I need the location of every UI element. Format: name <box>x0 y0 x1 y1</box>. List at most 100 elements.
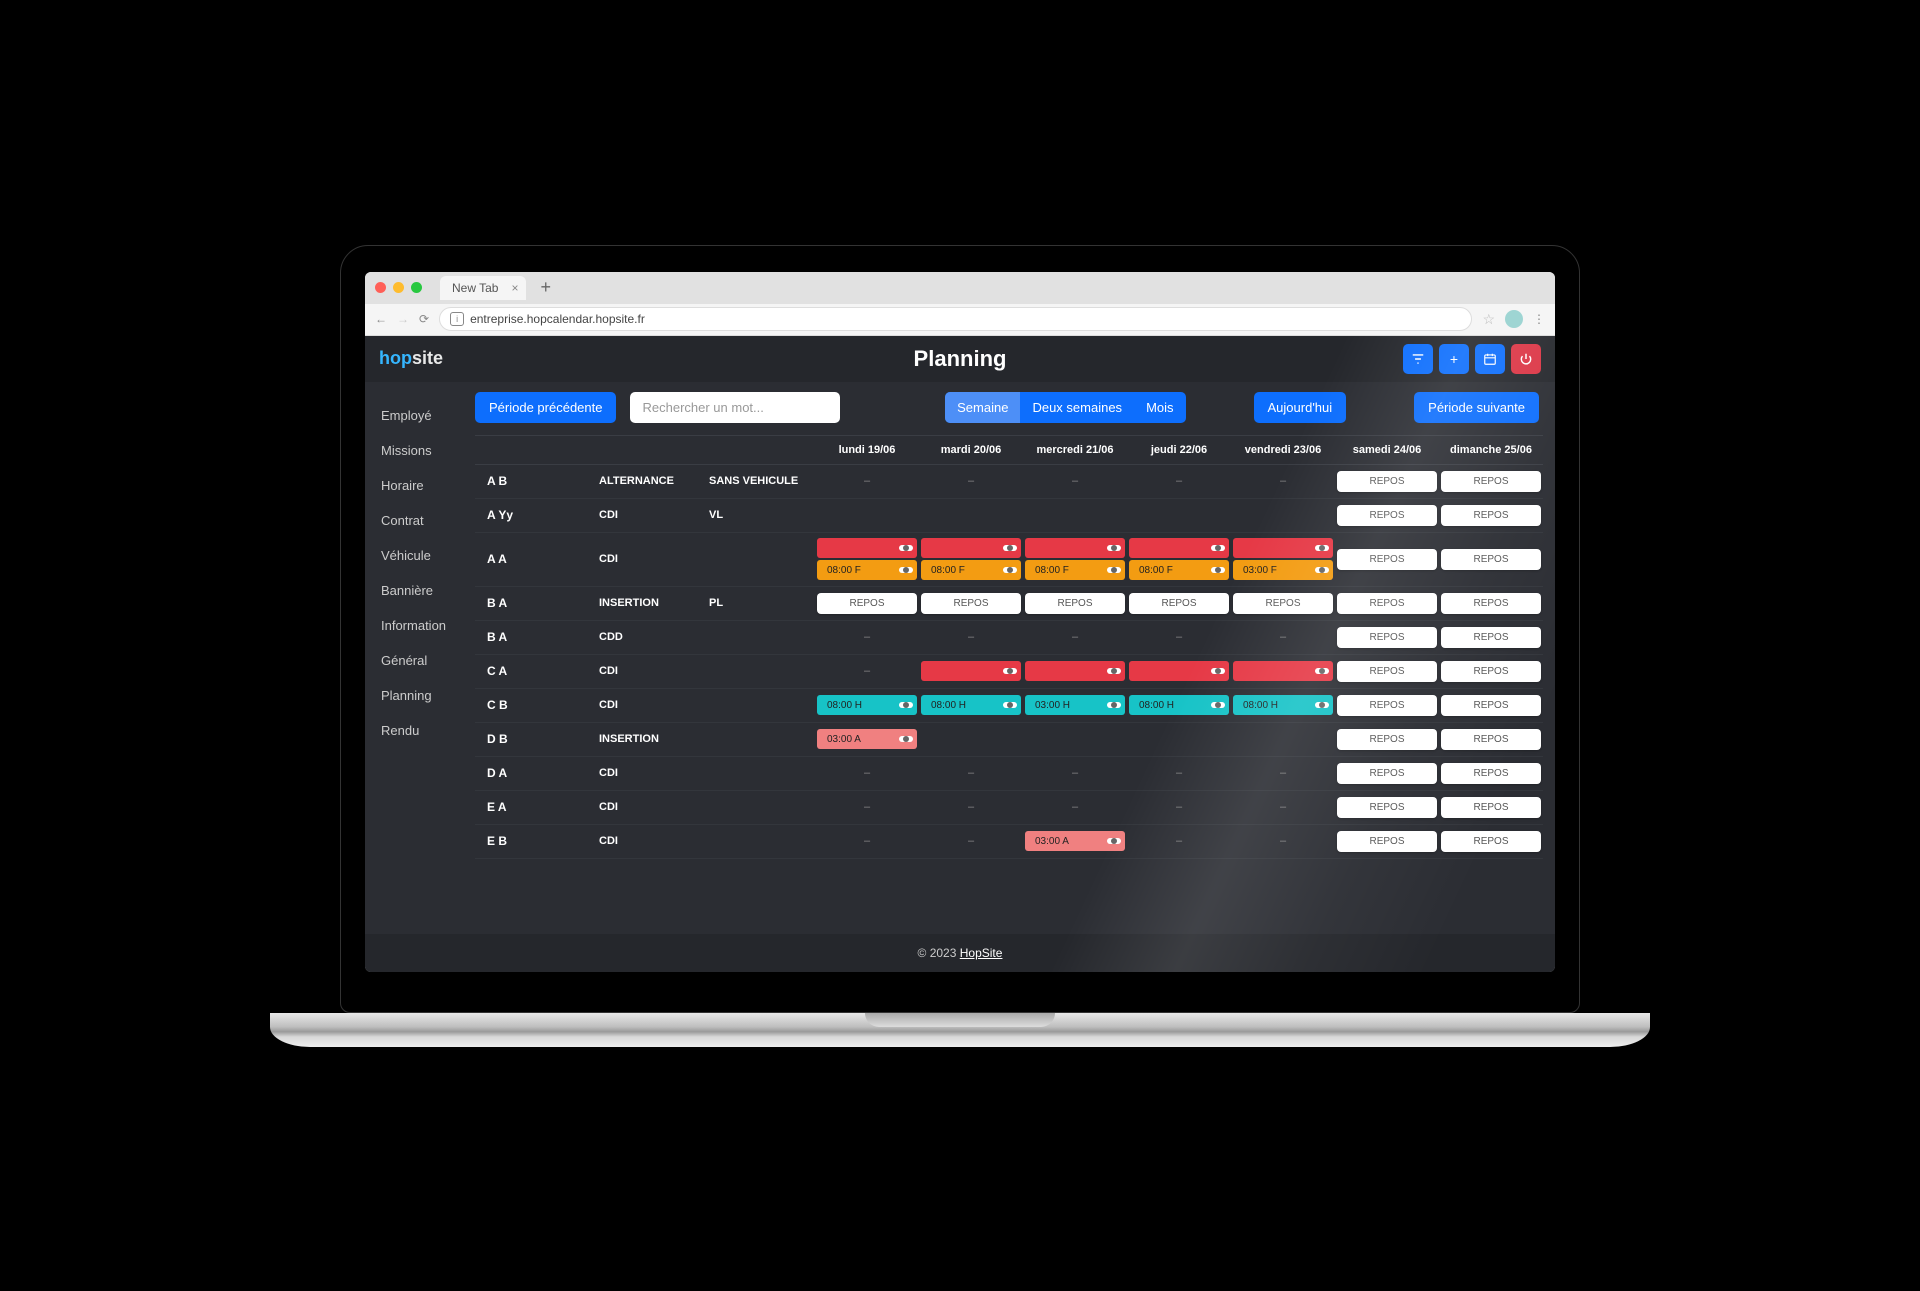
planning-grid-scroll[interactable]: lundi 19/06mardi 20/06mercredi 21/06jeud… <box>475 435 1543 934</box>
planning-cell[interactable] <box>1231 722 1335 756</box>
planning-cell[interactable]: – <box>1023 790 1127 824</box>
shift-chip[interactable]: 08:00 H <box>921 695 1021 715</box>
planning-cell[interactable]: 08:00 F <box>1127 532 1231 586</box>
sidebar-item[interactable]: Missions <box>381 433 475 468</box>
planning-cell[interactable]: – <box>815 620 919 654</box>
planning-cell[interactable]: REPOS <box>1335 532 1439 586</box>
repos-badge[interactable]: REPOS <box>1441 695 1541 716</box>
planning-cell[interactable] <box>919 654 1023 688</box>
planning-cell[interactable]: REPOS <box>1335 464 1439 498</box>
shift-chip[interactable]: 08:00 F <box>817 560 917 580</box>
shift-chip[interactable] <box>1129 538 1229 558</box>
shift-chip[interactable]: 08:00 H <box>1233 695 1333 715</box>
planning-cell[interactable]: REPOS <box>1439 498 1543 532</box>
site-info-icon[interactable]: i <box>450 312 464 326</box>
planning-cell[interactable]: – <box>815 824 919 858</box>
repos-badge[interactable]: REPOS <box>1337 831 1437 852</box>
shift-chip[interactable] <box>921 538 1021 558</box>
planning-cell[interactable]: – <box>919 824 1023 858</box>
employee-name[interactable]: B A <box>475 620 595 654</box>
planning-cell[interactable]: REPOS <box>1439 586 1543 620</box>
sidebar-item[interactable]: Horaire <box>381 468 475 503</box>
repos-badge[interactable]: REPOS <box>1441 763 1541 784</box>
shift-chip[interactable] <box>921 661 1021 681</box>
repos-badge[interactable]: REPOS <box>1441 797 1541 818</box>
planning-cell[interactable]: – <box>919 756 1023 790</box>
repos-badge[interactable]: REPOS <box>921 593 1021 614</box>
shift-chip[interactable] <box>1233 538 1333 558</box>
repos-badge[interactable]: REPOS <box>1337 661 1437 682</box>
forward-icon[interactable]: → <box>397 312 409 326</box>
planning-cell[interactable] <box>1231 654 1335 688</box>
maximize-window-icon[interactable] <box>411 282 422 293</box>
employee-name[interactable]: A A <box>475 532 595 586</box>
sidebar-item[interactable]: Information <box>381 608 475 643</box>
sidebar-item[interactable]: Employé <box>381 398 475 433</box>
planning-cell[interactable]: REPOS <box>1439 620 1543 654</box>
sidebar-item[interactable]: Véhicule <box>381 538 475 573</box>
repos-badge[interactable]: REPOS <box>1337 729 1437 750</box>
planning-cell[interactable]: – <box>815 464 919 498</box>
shift-chip[interactable]: 03:00 H <box>1025 695 1125 715</box>
planning-cell[interactable]: – <box>1127 620 1231 654</box>
planning-cell[interactable]: REPOS <box>1335 620 1439 654</box>
planning-cell[interactable]: REPOS <box>919 586 1023 620</box>
profile-avatar[interactable] <box>1505 310 1523 328</box>
planning-cell[interactable]: – <box>1127 790 1231 824</box>
sidebar-item[interactable]: Contrat <box>381 503 475 538</box>
planning-cell[interactable]: – <box>919 790 1023 824</box>
reload-icon[interactable]: ⟳ <box>419 312 429 326</box>
shift-chip[interactable]: 08:00 H <box>817 695 917 715</box>
planning-cell[interactable]: REPOS <box>1439 654 1543 688</box>
repos-badge[interactable]: REPOS <box>1337 627 1437 648</box>
employee-name[interactable]: D B <box>475 722 595 756</box>
planning-cell[interactable]: REPOS <box>1335 586 1439 620</box>
repos-badge[interactable]: REPOS <box>1441 627 1541 648</box>
app-logo[interactable]: hopsite <box>379 348 443 369</box>
repos-badge[interactable]: REPOS <box>1441 661 1541 682</box>
planning-cell[interactable]: REPOS <box>1335 498 1439 532</box>
planning-cell[interactable]: – <box>1231 790 1335 824</box>
planning-cell[interactable]: 08:00 H <box>1127 688 1231 722</box>
planning-cell[interactable]: REPOS <box>1023 586 1127 620</box>
planning-cell[interactable] <box>919 498 1023 532</box>
planning-cell[interactable]: REPOS <box>1335 824 1439 858</box>
shift-chip[interactable] <box>817 538 917 558</box>
planning-cell[interactable]: REPOS <box>1439 790 1543 824</box>
planning-cell[interactable]: – <box>815 790 919 824</box>
planning-cell[interactable] <box>1023 498 1127 532</box>
employee-name[interactable]: A B <box>475 464 595 498</box>
repos-badge[interactable]: REPOS <box>1337 695 1437 716</box>
shift-chip[interactable]: 08:00 F <box>1025 560 1125 580</box>
shift-chip[interactable]: 03:00 A <box>817 729 917 749</box>
planning-cell[interactable] <box>1231 498 1335 532</box>
calendar-button[interactable] <box>1475 344 1505 374</box>
browser-tab[interactable]: New Tab × <box>440 276 526 300</box>
planning-cell[interactable]: 03:00 A <box>1023 824 1127 858</box>
repos-badge[interactable]: REPOS <box>1441 505 1541 526</box>
planning-cell[interactable]: REPOS <box>1439 756 1543 790</box>
sidebar-item[interactable]: Planning <box>381 678 475 713</box>
address-bar[interactable]: i entreprise.hopcalendar.hopsite.fr <box>439 307 1472 331</box>
repos-badge[interactable]: REPOS <box>1441 831 1541 852</box>
planning-cell[interactable] <box>815 498 919 532</box>
footer-link[interactable]: HopSite <box>960 946 1003 960</box>
planning-cell[interactable]: – <box>1127 464 1231 498</box>
repos-badge[interactable]: REPOS <box>1441 471 1541 492</box>
employee-name[interactable]: E A <box>475 790 595 824</box>
employee-name[interactable]: C A <box>475 654 595 688</box>
planning-cell[interactable]: REPOS <box>1335 722 1439 756</box>
planning-cell[interactable]: REPOS <box>1439 464 1543 498</box>
planning-cell[interactable]: 08:00 H <box>919 688 1023 722</box>
repos-badge[interactable]: REPOS <box>1337 471 1437 492</box>
next-period-button[interactable]: Période suivante <box>1414 392 1539 423</box>
view-segment[interactable]: Deux semaines <box>1020 392 1134 423</box>
close-tab-icon[interactable]: × <box>511 281 518 295</box>
planning-cell[interactable]: REPOS <box>1231 586 1335 620</box>
planning-cell[interactable]: 08:00 F <box>815 532 919 586</box>
shift-chip[interactable]: 03:00 F <box>1233 560 1333 580</box>
planning-cell[interactable]: – <box>919 620 1023 654</box>
repos-badge[interactable]: REPOS <box>1441 729 1541 750</box>
bookmark-icon[interactable]: ☆ <box>1482 311 1495 328</box>
planning-cell[interactable] <box>919 722 1023 756</box>
